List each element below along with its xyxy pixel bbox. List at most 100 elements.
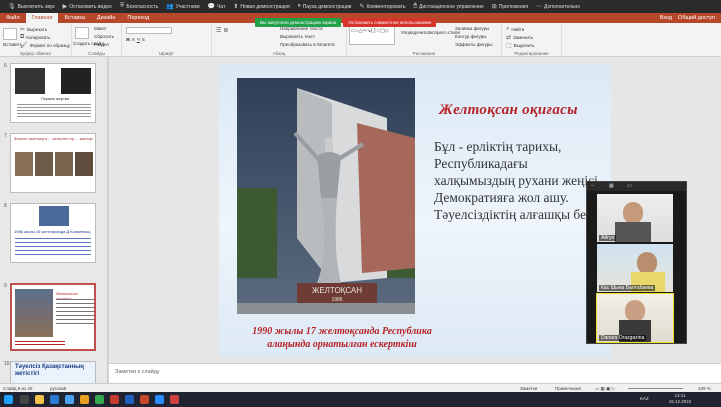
- slide-thumbnail[interactable]: Жалын азаттықта ... көтерген ер ... жаст…: [10, 133, 96, 193]
- mic-icon: 🎙: [8, 4, 16, 10]
- participant-tile[interactable]: Кас Шына Балтабаева: [597, 244, 673, 292]
- zoom-toolbar-item[interactable]: ⛨ Безопасность: [120, 3, 158, 10]
- font-name-box[interactable]: [126, 27, 172, 34]
- remote-icon: 🖱: [413, 3, 418, 9]
- windows-taskbar: KAZ 13:11 15.12.2022: [0, 392, 721, 407]
- tab-insert[interactable]: Вставка: [58, 13, 90, 23]
- arrange-button[interactable]: Упорядочить: [401, 30, 428, 35]
- thumb-photo-right: [61, 68, 91, 94]
- share-status-strip: Вы запустили демонстрацию экрана Останов…: [255, 18, 485, 28]
- zoom-toolbar-item[interactable]: 🎙 Выключить звук: [8, 3, 55, 11]
- scissors-icon: ✂: [20, 27, 26, 33]
- tab-transitions[interactable]: Переход: [121, 13, 155, 23]
- thumb-title: Первая жертва: [41, 96, 70, 101]
- shape-effects-button[interactable]: Эффекты фигуры: [455, 42, 493, 47]
- font-style-buttons[interactable]: Ж К Ч S: [126, 37, 145, 42]
- chrome-icon[interactable]: [95, 395, 104, 404]
- thumb-portrait: [55, 152, 73, 176]
- tab-home[interactable]: Главная: [25, 13, 59, 23]
- zoom-toolbar-item[interactable]: ⊞ Приложения: [492, 3, 528, 11]
- drawing-group: ▭○△⇨↘{ }☆▢◇ Упорядочить Экспресс-стили З…: [347, 24, 502, 56]
- edge-icon[interactable]: [65, 395, 74, 404]
- copy-button[interactable]: ⧉ Копировать: [20, 34, 51, 41]
- sign-in-link[interactable]: Вход: [660, 15, 672, 21]
- zoom-toolbar-label: Новая демонстрация: [240, 3, 290, 10]
- word-icon[interactable]: [125, 395, 134, 404]
- windows-start-icon[interactable]: [4, 395, 13, 404]
- input-language[interactable]: KAZ: [640, 396, 649, 402]
- language-indicator[interactable]: русский: [50, 386, 66, 391]
- chat-icon: 💬: [207, 4, 216, 10]
- list-buttons[interactable]: ☰ ≣: [216, 27, 228, 34]
- zoom-toolbar-label: Остановить видео: [69, 3, 112, 10]
- font-group-label: Шрифт: [159, 51, 174, 56]
- select-button[interactable]: ⬚ Выделить: [506, 42, 534, 49]
- participant-name: Danara Orazgazina: [599, 335, 647, 341]
- zoom-level[interactable]: 109 %: [698, 386, 711, 391]
- stop-share-button[interactable]: Остановить совместное использование: [343, 18, 437, 27]
- minimize-icon[interactable]: –: [591, 183, 594, 189]
- thumb-portrait: [15, 152, 33, 176]
- slides-group-label: Слайды: [88, 51, 105, 56]
- cut-button[interactable]: ✂ Вырезать: [20, 26, 47, 33]
- zoom-toolbar-item[interactable]: 🖱 Дистанционное управление: [413, 3, 483, 10]
- comments-toggle[interactable]: Примечания: [555, 386, 581, 391]
- slide-body-text[interactable]: Бұл - ерліктің тарихы, Республикадағы ха…: [434, 138, 604, 223]
- section-button[interactable]: Раздел: [94, 42, 109, 47]
- slide-caption[interactable]: 1990 жылы 17 желтоқсанда Республика алаң…: [233, 325, 451, 351]
- cut-label: Вырезать: [27, 27, 48, 32]
- bullets-icon: ☰: [216, 28, 222, 34]
- zoom-toolbar-item[interactable]: ⋯ Дополнительно: [536, 3, 580, 11]
- notes-placeholder: Заметки к слайду: [115, 369, 160, 375]
- thumb-title: Жалын азаттықта ... көтерген ер ... жаст…: [14, 136, 93, 141]
- search-icon[interactable]: [20, 395, 29, 404]
- slides-group: Создать слайд Макет Сбросить Раздел Слай…: [72, 24, 122, 56]
- zoom-toolbar-item[interactable]: ⬆ Новая демонстрация: [233, 3, 290, 11]
- notes-pane[interactable]: Заметки к слайду: [109, 363, 721, 383]
- zoom-slider[interactable]: [628, 386, 688, 391]
- participant-video: [623, 202, 643, 224]
- tab-design[interactable]: Дизайн: [91, 13, 122, 23]
- smartart-button[interactable]: Преобразовать в SmartArt: [280, 42, 335, 47]
- zoom-app-icon[interactable]: [155, 395, 164, 404]
- shape-outline-button[interactable]: Контур фигуры: [455, 34, 486, 39]
- zoom-toolbar-item[interactable]: ✎ Комментировать: [359, 3, 405, 11]
- replace-button[interactable]: ⇄ Заменить: [506, 34, 533, 41]
- app-icon[interactable]: [110, 395, 119, 404]
- thumb-number: 10: [4, 361, 10, 367]
- layout-icon[interactable]: ▭: [627, 183, 632, 189]
- powerpoint-icon[interactable]: [140, 395, 149, 404]
- zoom-toolbar-item[interactable]: ⏸ Пауза демонстрации: [298, 3, 352, 10]
- slide-thumbnail[interactable]: Тәуелсіз Қазақстанның жетістігі: [10, 361, 96, 383]
- zoom-panel-header: – ▦ ▭: [587, 182, 686, 191]
- find-button[interactable]: ⌕ Найти: [506, 26, 524, 33]
- app-icon[interactable]: [80, 395, 89, 404]
- tab-file[interactable]: Файл: [0, 13, 26, 23]
- align-text-button[interactable]: Выровнять текст: [280, 34, 315, 39]
- clock[interactable]: 13:11 15.12.2022: [660, 393, 700, 405]
- slide-thumbnail[interactable]: Первая жертва: [10, 63, 96, 123]
- shapes-gallery[interactable]: ▭○△⇨↘{ }☆▢◇: [349, 26, 395, 45]
- new-slide-icon[interactable]: [75, 27, 89, 39]
- app-icon[interactable]: [170, 395, 179, 404]
- participant-tile[interactable]: Айгул: [597, 194, 673, 242]
- format-painter-button[interactable]: 🖌 Формат по образцу: [20, 42, 70, 49]
- participant-tile-active[interactable]: Danara Orazgazina: [596, 293, 674, 343]
- reset-button[interactable]: Сбросить: [94, 34, 114, 39]
- zoom-toolbar-item[interactable]: ▶ Остановить видео: [63, 3, 112, 11]
- clock-date: 15.12.2022: [668, 399, 692, 404]
- slide-thumbnail-selected[interactable]: Желтоксан окигасы: [10, 283, 96, 351]
- layout-button[interactable]: Макет: [94, 26, 107, 31]
- zoom-toolbar-item[interactable]: 💬 Чат: [207, 3, 226, 11]
- notes-toggle[interactable]: Заметки: [520, 386, 537, 391]
- slide-thumbnail[interactable]: 1986 жылы 16 желтоқсанда Д.Конаевтың: [10, 203, 96, 263]
- zoom-participants-panel[interactable]: – ▦ ▭ Айгул Кас Шына Балтабаева Danara O…: [586, 181, 687, 344]
- paste-icon[interactable]: [3, 28, 17, 40]
- app-icon[interactable]: [50, 395, 59, 404]
- slide-title[interactable]: Желтоқсан оқиғасы: [439, 102, 578, 119]
- zoom-toolbar-item[interactable]: 👥 Участники: [166, 3, 199, 11]
- current-slide[interactable]: ЖЕЛТОҚСАН 1986 Желтоқсан оқиғасы Бұл - е…: [219, 64, 611, 357]
- file-explorer-icon[interactable]: [35, 395, 44, 404]
- grid-view-icon[interactable]: ▦: [609, 183, 614, 189]
- share-button[interactable]: Общий доступ: [678, 15, 715, 21]
